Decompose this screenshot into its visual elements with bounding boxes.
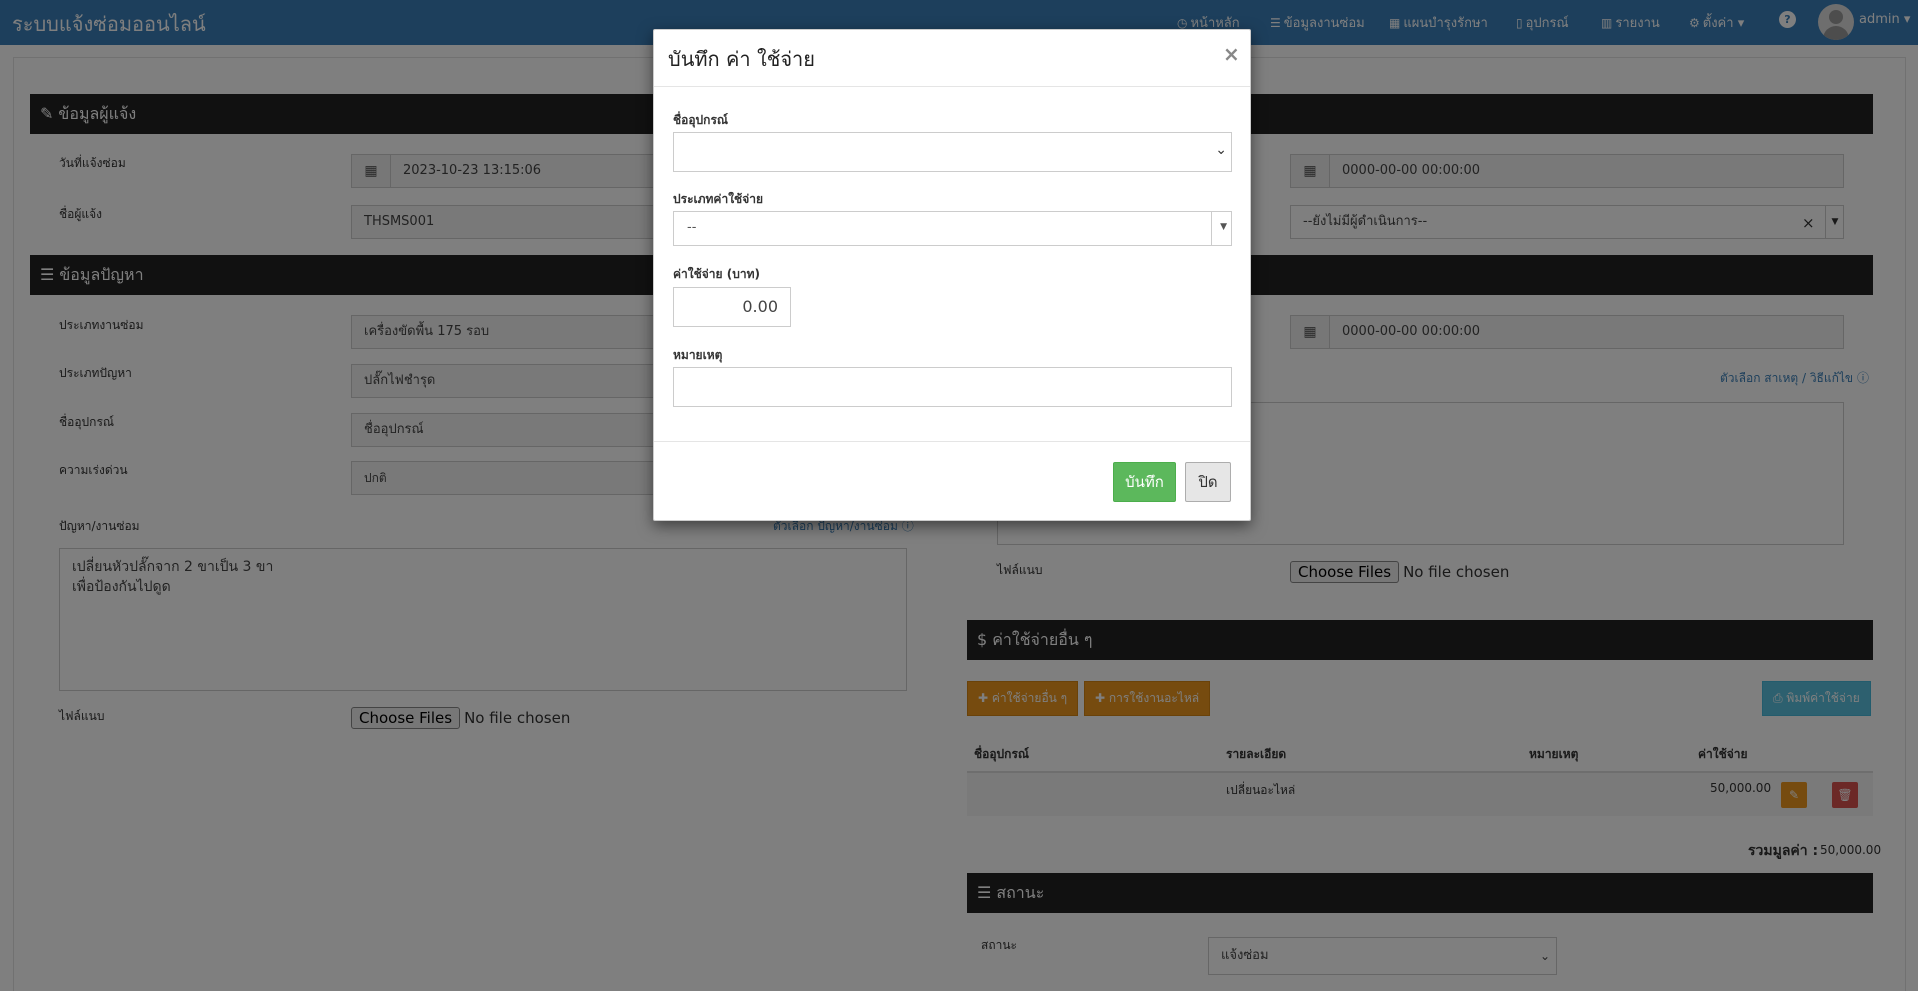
close-icon[interactable]: × [1223,42,1240,66]
modal-note-input[interactable] [673,367,1232,407]
modal-expense-type-value: -- [687,220,697,235]
modal-amount-label: ค่าใช้จ่าย (บาท) [673,267,760,281]
close-button[interactable]: ปิด [1185,462,1231,502]
modal-expense-type-label: ประเภทค่าใช้จ่าย [673,192,763,206]
modal-title: บันทึก ค่า ใช้จ่าย [668,47,815,71]
modal-footer-divider [654,441,1250,442]
modal-device-select[interactable]: ⌄ [673,132,1232,172]
modal-amount-input[interactable]: 0.00 [673,287,791,327]
chevron-down-icon: ⌄ [1215,142,1227,158]
modal-note-label: หมายเหตุ [673,348,723,362]
save-button[interactable]: บันทึก [1113,462,1176,502]
combo-divider [1211,212,1212,245]
modal-device-label: ชื่ออุปกรณ์ [673,113,729,127]
modal-header-divider [654,86,1250,87]
modal-expense-type-combo[interactable]: -- ▼ [673,211,1232,246]
caret-down-icon[interactable]: ▼ [1220,222,1227,232]
expense-modal: บันทึก ค่า ใช้จ่าย × ชื่ออุปกรณ์ ⌄ ประเภ… [653,29,1251,521]
